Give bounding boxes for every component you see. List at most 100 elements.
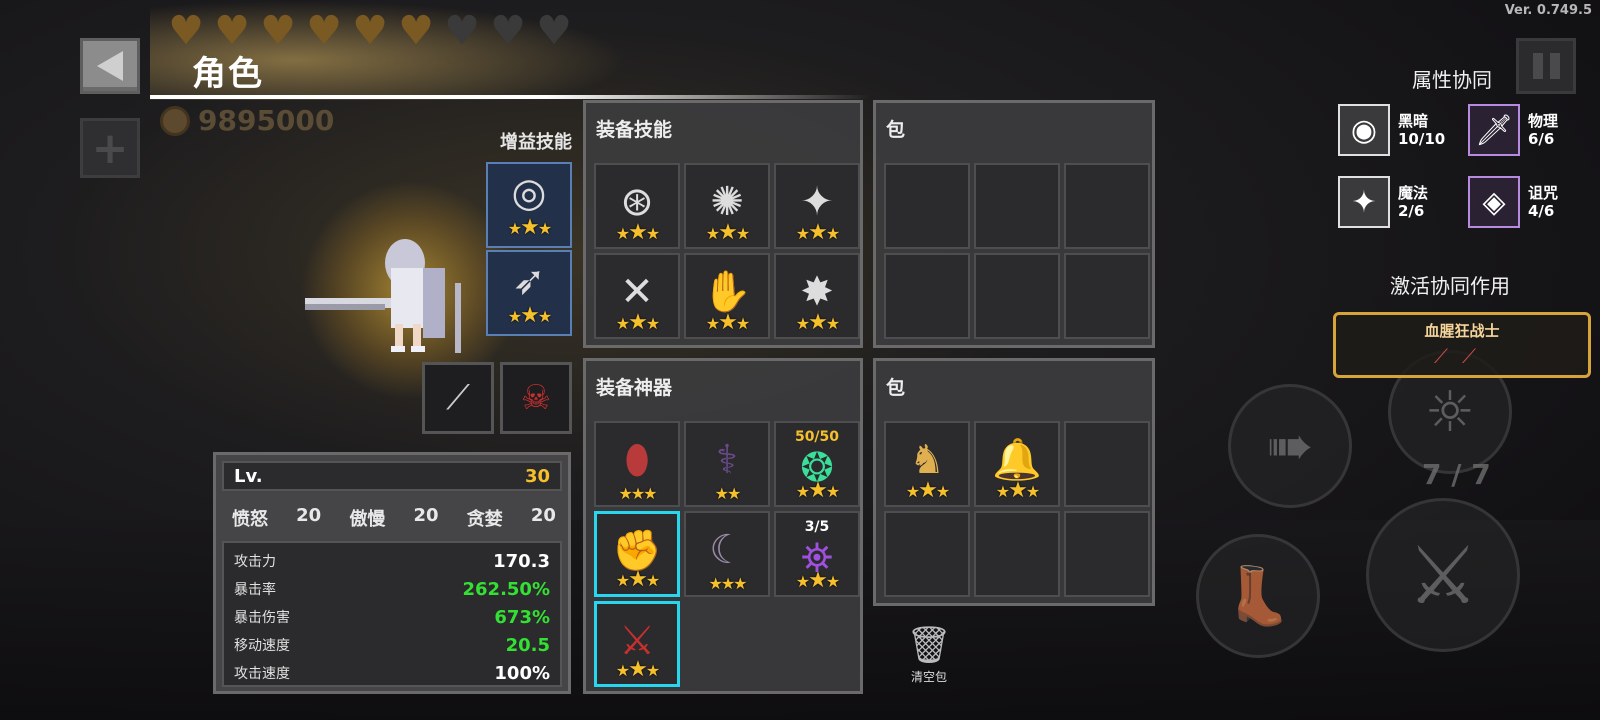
bag-panel-artifacts: 包 ♞ ★★★ 🔔 ★★★ [873,358,1155,606]
sin-label-greed: 贪婪 [466,509,503,530]
synergy-name: 黑暗 [1398,112,1429,130]
heart-empty-icon: ♥ [444,8,480,54]
artifact-slot[interactable]: 3/5 ⛯ ★★★ [774,511,860,597]
health-hearts: ♥ ♥ ♥ ♥ ♥ ♥ ♥ ♥ ♥ [165,8,575,54]
artifact-slot[interactable]: ⬮ ★★★ [594,421,680,507]
purple-lantern-icon: ⛯ [801,535,833,581]
bag-panel-skills: 包 [873,100,1155,348]
plus-icon: + [91,122,129,174]
clear-bag-label: 清空包 [910,670,947,684]
bag-slot-empty[interactable] [974,511,1060,597]
bag-slot-empty[interactable] [974,163,1060,249]
buff-skill-slot[interactable]: ◎ ★★★ [486,162,572,248]
artifact-slot[interactable]: ⚔ ★★★ [594,601,680,687]
artifact-slot[interactable]: ☾ ★★★ [684,511,770,597]
equip-skills-panel: 装备技能 ⊛ ★★★ ✺ ★★★ ✦ ★★★ ✕ ★★★ ✋ ★★★ ✸ ★★★ [583,100,863,348]
heart-full-icon: ♥ [398,8,434,54]
sin-value-wrath: 20 [296,505,322,526]
heart-full-icon: ♥ [352,8,388,54]
cross-blades-icon: ✕ [620,269,654,315]
synergy-count: 6/6 [1528,130,1555,148]
vortex-icon: ✺ [710,179,744,225]
swirl-rune-icon: ◎ [511,169,547,216]
stat-row: 攻击速度 100% [234,659,550,687]
skill-slot[interactable]: ✕ ★★★ [594,253,680,339]
artifact-slot[interactable]: ✊ ★★★ [594,511,680,597]
equip-skills-grid: ⊛ ★★★ ✺ ★★★ ✦ ★★★ ✕ ★★★ ✋ ★★★ ✸ ★★★ [594,163,860,339]
skill-slot[interactable]: ✺ ★★★ [684,163,770,249]
bag-slot[interactable]: ♞ ★★★ [884,421,970,507]
equip-artifacts-panel: 装备神器 ⬮ ★★★ ⚕ ★★ 50/50 ❂ ★★★ ✊ ★★★ ☾ ★★★ 3/5 ⛯ ★★… [583,358,863,694]
synergy-item-magic[interactable]: ✦ 魔法 2/6 [1338,176,1428,228]
stat-value: 170.3 [493,550,550,572]
sin-label-pride: 傲慢 [349,509,386,530]
heart-empty-icon: ♥ [490,8,526,54]
add-button[interactable]: + [80,118,140,178]
bag-slot-empty[interactable] [1064,421,1150,507]
back-arrow-icon [97,51,123,81]
stat-label: 移动速度 [234,638,290,654]
bow-arrows-icon: ➶ [512,257,546,304]
stat-label: 暴击伤害 [234,610,290,626]
weapon-slot[interactable]: ⟋ [422,362,494,434]
bag-skills-grid [884,163,1150,339]
bag-title: 包 [886,377,906,399]
stat-value: 262.50% [462,578,551,600]
buff-skill-slot[interactable]: ➶ ★★★ [486,250,572,336]
winged-boot-icon: 👢 [1223,564,1293,629]
red-egg-icon: ⬮ [624,437,650,483]
equip-skills-title: 装备技能 [596,119,673,141]
currency-display: 9895000 [160,104,334,137]
golden-deer-icon: ♞ [909,437,945,483]
stat-label: 暴击率 [234,582,276,598]
bag-slot-empty[interactable] [884,511,970,597]
bag-slot[interactable]: 🔔 ★★★ [974,421,1060,507]
synergy-count: 10/10 [1398,130,1446,148]
skill-slot[interactable]: ✋ ★★★ [684,253,770,339]
artifact-slot[interactable]: 50/50 ❂ ★★★ [774,421,860,507]
coin-icon [160,105,190,136]
bag-slot-empty[interactable] [884,163,970,249]
dash-button[interactable]: ➠ [1228,384,1352,508]
artifact-count: 3/5 [804,519,830,535]
bag-slot-empty[interactable] [884,253,970,339]
active-synergy-name: 血腥狂战士 [1424,322,1500,340]
rune-circle-icon: ⊛ [620,179,654,225]
sin-value-pride: 20 [413,505,439,526]
bag-slot-empty[interactable] [1064,253,1150,339]
version-label: Ver. 0.749.5 [1504,3,1592,18]
skill-slot[interactable]: ✸ ★★★ [774,253,860,339]
jump-button[interactable]: 👢 [1196,534,1320,658]
scythe-weapon-icon: ⟋ [446,378,470,418]
synergy-name: 诅咒 [1528,184,1559,202]
pause-button[interactable] [1516,38,1576,94]
skill-slot[interactable]: ⊛ ★★★ [594,163,680,249]
title-underline [150,95,870,99]
costume-slot[interactable]: ☠ [500,362,572,434]
currency-value: 9895000 [198,104,335,137]
active-synergy-card[interactable]: 血腥狂战士 ⟋⟋ [1333,312,1591,378]
active-synergy-title: 激活协同作用 [1390,274,1510,298]
synergy-item-physical[interactable]: 🗡 物理 6/6 [1468,104,1558,156]
clear-bag-button[interactable]: 🗑 清空包 [904,626,954,685]
back-button[interactable] [80,38,140,94]
bloody-blades-icon: ⟋⟋ [1434,344,1490,368]
bag-slot-empty[interactable] [1064,163,1150,249]
bag-slot-empty[interactable] [1064,511,1150,597]
sin-value-greed: 20 [530,505,556,526]
star-rating: ★★★ [618,484,657,503]
sword-icon: 🗡 [1468,104,1520,156]
stat-row: 暴击伤害 673% [234,603,550,631]
equip-artifacts-title: 装备神器 [596,377,673,399]
skill-slot[interactable]: ✦ ★★★ [774,163,860,249]
attack-button[interactable]: ⚔ [1366,498,1520,652]
stat-row: 移动速度 20.5 [234,631,550,659]
synergy-item-curse[interactable]: ◈ 诅咒 4/6 [1468,176,1558,228]
bag-slot-empty[interactable] [974,253,1060,339]
synergy-title: 属性协同 [1412,68,1492,92]
hero-character [305,239,461,353]
synergy-item-dark[interactable]: ◉ 黑暗 10/10 [1338,104,1445,156]
page-title: 角色 [192,54,264,94]
artifact-slot[interactable]: ⚕ ★★ [684,421,770,507]
star-rating: ★★★ [507,302,552,328]
